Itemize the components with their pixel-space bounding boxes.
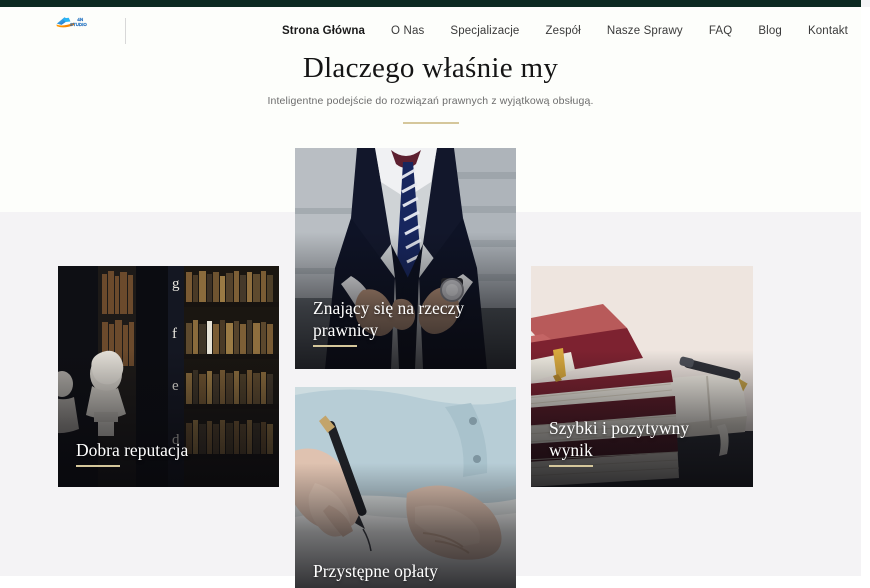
svg-text:STUDIO: STUDIO [70, 22, 87, 27]
card-title-underline [313, 345, 357, 347]
page-title: Dlaczego właśnie my [302, 52, 559, 84]
nav-item-strona-glowna[interactable]: Strona Główna [269, 21, 378, 41]
card-caption: Przystępne opłaty [313, 560, 500, 582]
site-logo[interactable]: 4N STUDIO [56, 16, 99, 46]
nav-item-faq[interactable]: FAQ [696, 21, 745, 41]
nav-item-blog[interactable]: Blog [745, 21, 795, 41]
feature-card-fees[interactable]: Przystępne opłaty [295, 387, 516, 588]
svg-text:f: f [172, 326, 177, 342]
page-root: 4N STUDIO Strona Główna O Nas Specjaliza… [0, 0, 870, 588]
card-title: Znający się na rzeczy prawnicy [313, 298, 465, 340]
card-caption: Dobra reputacja [76, 439, 263, 467]
site-header: 4N STUDIO Strona Główna O Nas Specjaliza… [0, 7, 861, 55]
main-navigation: Strona Główna O Nas Specjalizacje Zespół… [269, 21, 861, 41]
logo-mark-icon: 4N STUDIO [56, 17, 87, 28]
nav-item-zespol[interactable]: Zespół [532, 21, 593, 41]
card-title-underline [549, 465, 593, 467]
card-caption: Znający się na rzeczy prawnicy [313, 297, 500, 347]
card-title: Szybki i pozytywny wynik [549, 418, 689, 460]
nav-item-kontakt[interactable]: Kontakt [795, 21, 861, 41]
hero-section: Dlaczego właśnie my Inteligentne podejśc… [0, 50, 861, 124]
feature-card-lawyers[interactable]: Znający się na rzeczy prawnicy [295, 148, 516, 369]
card-title-underline [76, 465, 120, 467]
card-title: Dobra reputacja [76, 440, 189, 460]
top-accent-bar [0, 0, 861, 7]
gold-divider [402, 122, 459, 124]
feature-card-reputation[interactable]: gf ed Dobra reputacja [58, 266, 279, 487]
card-title: Przystępne opłaty [313, 561, 438, 581]
right-rail [861, 7, 870, 588]
nav-item-nasze-sprawy[interactable]: Nasze Sprawy [594, 21, 696, 41]
page-subtitle: Inteligentne podejście do rozwiązań praw… [267, 95, 594, 107]
nav-item-o-nas[interactable]: O Nas [378, 21, 437, 41]
svg-text:4N: 4N [77, 17, 84, 22]
feature-card-result[interactable]: Szybki i pozytywny wynik [531, 266, 753, 487]
top-bar-edge [861, 0, 870, 7]
nav-item-specjalizacje[interactable]: Specjalizacje [437, 21, 532, 41]
card-caption: Szybki i pozytywny wynik [549, 417, 737, 467]
svg-text:g: g [172, 276, 180, 292]
